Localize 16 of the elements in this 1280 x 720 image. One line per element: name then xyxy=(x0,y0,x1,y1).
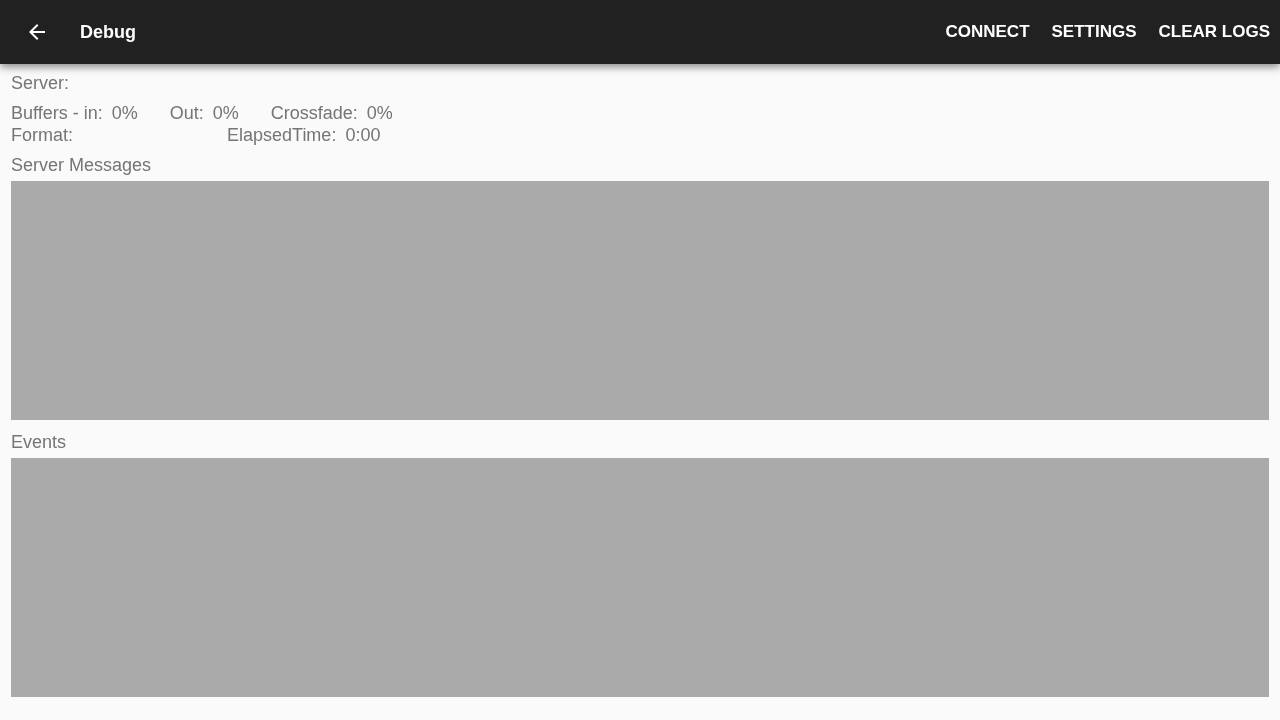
buffer-value: 0% xyxy=(366,102,393,124)
action-button[interactable]: SETTINGS xyxy=(1051,13,1137,51)
buffer-value: 0% xyxy=(111,102,138,124)
elapsed-time-value: 0:00 xyxy=(345,124,381,146)
buffer-label: Crossfade: xyxy=(270,102,358,124)
buffer-value: 0% xyxy=(212,102,239,124)
server-label: Server: xyxy=(11,73,70,93)
format-label: Format: xyxy=(11,124,74,146)
elapsed-time-label: ElapsedTime: xyxy=(227,124,337,146)
buffer-label: Out: xyxy=(169,102,204,124)
panel-title: Server Messages xyxy=(11,154,153,176)
action-button[interactable]: CLEAR LOGS xyxy=(1158,13,1270,51)
action-button[interactable]: CONNECT xyxy=(945,13,1030,51)
buffer-label: Buffers - in: xyxy=(11,102,103,124)
toolbar-title: Debug xyxy=(80,20,136,44)
panel-title: Events xyxy=(11,431,68,453)
